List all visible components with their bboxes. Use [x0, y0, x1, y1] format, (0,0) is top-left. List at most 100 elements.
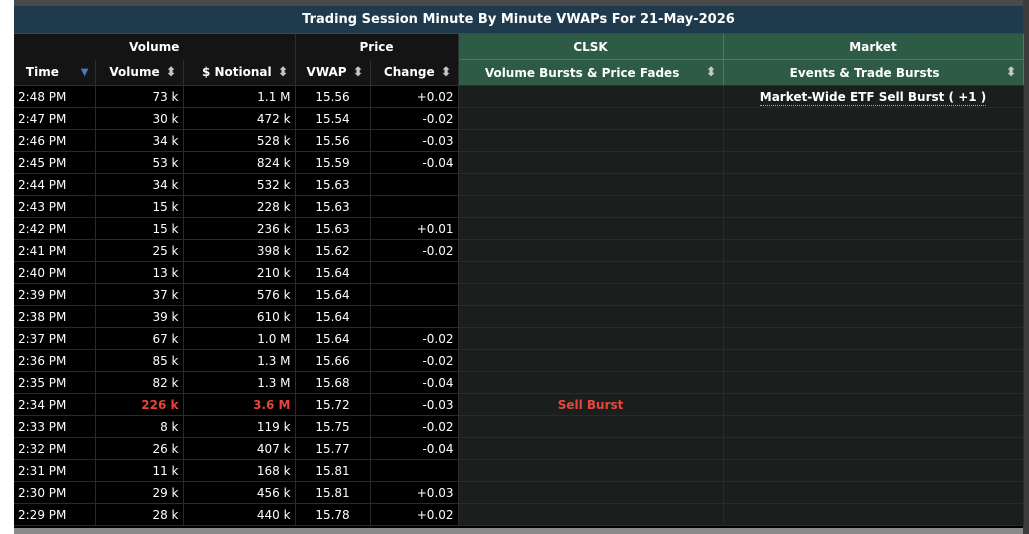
cell-time: 2:33 PM [14, 415, 96, 438]
cell-volume: 15 k [95, 217, 184, 240]
table-row[interactable]: 2:41 PM 25 k 398 k 15.62 -0.02 [14, 239, 1024, 262]
cell-burst [458, 349, 724, 372]
cell-vwap-value: 15.64 [315, 287, 350, 302]
table-row[interactable]: 2:30 PM 29 k 456 k 15.81 +0.03 [14, 481, 1024, 504]
cell-change-value: +0.02 [416, 89, 454, 104]
cell-change [370, 283, 459, 306]
column-header-row: Time ▼ Volume ⬍ $ Notional ⬍ VWAP ⬍ Change ⬍ … [14, 59, 1024, 86]
cell-time-value: 2:33 PM [18, 419, 67, 434]
cell-event [723, 107, 1024, 130]
table-row[interactable]: 2:32 PM 26 k 407 k 15.77 -0.04 [14, 437, 1024, 460]
cell-burst [458, 481, 724, 504]
cell-burst [458, 151, 724, 174]
cell-burst [458, 371, 724, 394]
cell-vwap-value: 15.78 [315, 507, 350, 522]
cell-notional: 1.1 M [183, 85, 296, 108]
table-row[interactable]: 2:45 PM 53 k 824 k 15.59 -0.04 [14, 151, 1024, 174]
cell-time: 2:34 PM [14, 393, 96, 416]
table-row[interactable]: 2:35 PM 82 k 1.3 M 15.68 -0.04 [14, 371, 1024, 394]
sort-descending-icon[interactable]: ▼ [81, 67, 89, 78]
burst-label: Sell Burst [557, 397, 624, 412]
cell-time: 2:38 PM [14, 305, 96, 328]
cell-vwap: 15.54 [295, 107, 371, 130]
table-row[interactable]: 2:46 PM 34 k 528 k 15.56 -0.03 [14, 129, 1024, 152]
sort-toggle-icon[interactable]: ⬍ [1006, 65, 1017, 80]
table-row[interactable]: 2:40 PM 13 k 210 k 15.64 [14, 261, 1024, 284]
cell-time: 2:42 PM [14, 217, 96, 240]
cell-time: 2:35 PM [14, 371, 96, 394]
table-row[interactable]: 2:39 PM 37 k 576 k 15.64 [14, 283, 1024, 306]
column-header-bursts[interactable]: Volume Bursts & Price Fades ⬍ [458, 59, 724, 86]
table-row[interactable]: 2:37 PM 67 k 1.0 M 15.64 -0.02 [14, 327, 1024, 350]
window-left-edge [0, 0, 14, 534]
cell-vwap-value: 15.68 [315, 375, 350, 390]
cell-change-value: +0.03 [416, 485, 454, 500]
column-label-vwap: VWAP [306, 65, 347, 80]
cell-notional: 3.6 M [183, 393, 296, 416]
cell-event [723, 437, 1024, 460]
table-row[interactable]: 2:34 PM 226 k 3.6 M 15.72 -0.03 Sell Burst [14, 393, 1024, 416]
cell-time-value: 2:31 PM [18, 463, 67, 478]
cell-notional-value: 228 k [256, 199, 291, 214]
table-row[interactable]: 2:48 PM 73 k 1.1 M 15.56 +0.02 Market-Wide ET… [14, 85, 1024, 108]
cell-event [723, 371, 1024, 394]
cell-event [723, 195, 1024, 218]
cell-vwap: 15.66 [295, 349, 371, 372]
cell-vwap-value: 15.63 [315, 177, 350, 192]
cell-volume-value: 34 k [152, 133, 179, 148]
table-row[interactable]: 2:29 PM 28 k 440 k 15.78 +0.02 [14, 503, 1024, 526]
table-row[interactable]: 2:31 PM 11 k 168 k 15.81 [14, 459, 1024, 482]
sort-toggle-icon[interactable]: ⬍ [706, 65, 717, 80]
vwap-panel: Trading Session Minute By Minute VWAPs F… [14, 6, 1024, 528]
column-label-change: Change [383, 65, 435, 80]
cell-volume-value: 13 k [152, 265, 179, 280]
cell-vwap: 15.78 [295, 503, 371, 526]
sort-toggle-icon[interactable]: ⬍ [278, 65, 289, 80]
horizontal-scrollbar[interactable] [14, 528, 1023, 534]
cell-notional-value: 210 k [256, 265, 291, 280]
cell-change-value: -0.03 [422, 133, 454, 148]
sort-toggle-icon[interactable]: ⬍ [166, 65, 177, 80]
cell-time-value: 2:32 PM [18, 441, 67, 456]
cell-burst: Sell Burst [458, 393, 724, 416]
column-header-notional[interactable]: $ Notional ⬍ [183, 59, 296, 86]
column-header-time[interactable]: Time ▼ [14, 59, 96, 86]
column-header-events[interactable]: Events & Trade Bursts ⬍ [723, 59, 1024, 86]
cell-burst [458, 195, 724, 218]
cell-notional-value: 532 k [256, 177, 291, 192]
table-row[interactable]: 2:38 PM 39 k 610 k 15.64 [14, 305, 1024, 328]
cell-notional-value: 407 k [256, 441, 291, 456]
cell-time-value: 2:43 PM [18, 199, 67, 214]
column-label-volume: Volume [109, 65, 160, 80]
cell-notional-value: 3.6 M [253, 397, 291, 412]
cell-vwap-value: 15.59 [315, 155, 350, 170]
cell-burst [458, 459, 724, 482]
cell-time: 2:47 PM [14, 107, 96, 130]
cell-event [723, 151, 1024, 174]
cell-notional-value: 1.1 M [257, 89, 291, 104]
table-row[interactable]: 2:47 PM 30 k 472 k 15.54 -0.02 [14, 107, 1024, 130]
cell-event [723, 503, 1024, 526]
cell-event [723, 305, 1024, 328]
cell-notional-value: 1.0 M [257, 331, 291, 346]
cell-volume-value: 29 k [152, 485, 179, 500]
cell-volume-value: 82 k [152, 375, 179, 390]
table-row[interactable]: 2:36 PM 85 k 1.3 M 15.66 -0.02 [14, 349, 1024, 372]
cell-time: 2:45 PM [14, 151, 96, 174]
cell-notional: 398 k [183, 239, 296, 262]
cell-notional: 407 k [183, 437, 296, 460]
event-link[interactable]: Market-Wide ETF Sell Burst ( +1 ) [759, 89, 987, 106]
cell-change [370, 195, 459, 218]
cell-notional: 824 k [183, 151, 296, 174]
table-row[interactable]: 2:43 PM 15 k 228 k 15.63 [14, 195, 1024, 218]
table-row[interactable]: 2:42 PM 15 k 236 k 15.63 +0.01 [14, 217, 1024, 240]
sort-toggle-icon[interactable]: ⬍ [441, 65, 452, 80]
sort-toggle-icon[interactable]: ⬍ [353, 65, 364, 80]
table-row[interactable]: 2:44 PM 34 k 532 k 15.63 [14, 173, 1024, 196]
column-header-change[interactable]: Change ⬍ [370, 59, 459, 86]
table-row[interactable]: 2:33 PM 8 k 119 k 15.75 -0.02 [14, 415, 1024, 438]
column-header-volume[interactable]: Volume ⬍ [95, 59, 184, 86]
column-header-vwap[interactable]: VWAP ⬍ [295, 59, 371, 86]
panel-title: Trading Session Minute By Minute VWAPs F… [14, 6, 1023, 34]
cell-notional: 576 k [183, 283, 296, 306]
